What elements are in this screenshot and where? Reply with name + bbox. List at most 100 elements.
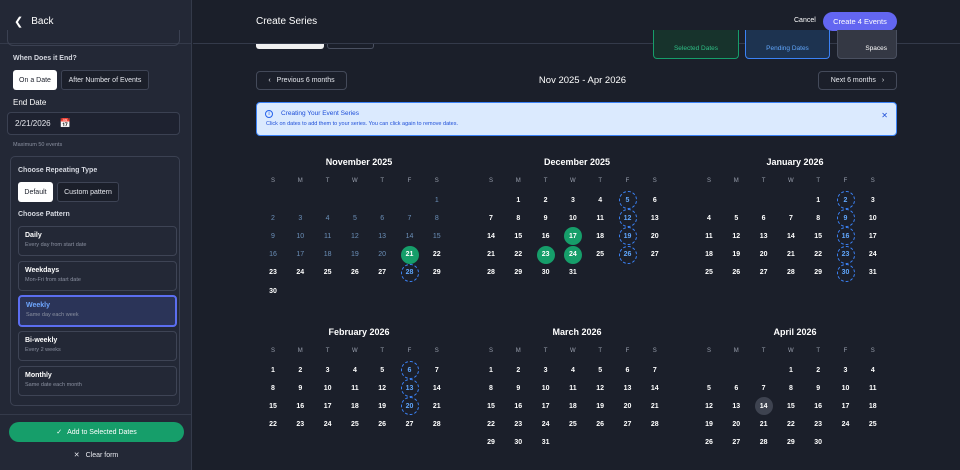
calendar-day[interactable]: 25: [591, 246, 609, 264]
calendar-day[interactable]: 4: [864, 361, 882, 379]
calendar-day[interactable]: 12: [618, 209, 637, 228]
calendar-day[interactable]: 30: [537, 264, 555, 282]
calendar-day[interactable]: 7: [755, 379, 773, 397]
calendar-day[interactable]: 20: [373, 246, 391, 264]
previous-months-button[interactable]: ‹ Previous 6 months: [256, 71, 347, 90]
pattern-option-monthly[interactable]: Monthly Same date each month: [18, 366, 177, 396]
calendar-day[interactable]: 24: [864, 246, 882, 264]
calendar-day[interactable]: 9: [809, 379, 827, 397]
calendar-day[interactable]: 28: [428, 416, 446, 434]
calendar-day[interactable]: 8: [482, 379, 500, 397]
calendar-day[interactable]: 31: [537, 434, 555, 452]
calendar-day[interactable]: 9: [264, 227, 282, 245]
calendar-day[interactable]: 12: [700, 397, 718, 415]
calendar-day[interactable]: 21: [646, 397, 664, 415]
calendar-day[interactable]: 9: [836, 209, 855, 228]
calendar-day[interactable]: 2: [509, 361, 527, 379]
calendar-day[interactable]: 13: [373, 227, 391, 245]
calendar-day[interactable]: 12: [727, 227, 745, 245]
calendar-day[interactable]: 28: [646, 416, 664, 434]
calendar-day[interactable]: 15: [509, 227, 527, 245]
calendar-day[interactable]: 20: [727, 416, 745, 434]
calendar-day[interactable]: 5: [373, 361, 391, 379]
close-icon[interactable]: ✕: [881, 111, 888, 120]
calendar-day[interactable]: 8: [782, 379, 800, 397]
calendar-day[interactable]: 14: [754, 397, 773, 416]
calendar-day[interactable]: 25: [700, 264, 718, 282]
calendar-day[interactable]: 22: [509, 246, 527, 264]
calendar-day[interactable]: 13: [755, 227, 773, 245]
calendar-day[interactable]: 28: [755, 434, 773, 452]
calendar-day[interactable]: 28: [482, 264, 500, 282]
calendar-day[interactable]: 20: [400, 397, 419, 416]
calendar-day[interactable]: 17: [291, 246, 309, 264]
back-button[interactable]: ❮ Back: [14, 15, 53, 28]
custom-pattern-button[interactable]: Custom pattern: [57, 182, 119, 202]
calendar-day[interactable]: 26: [373, 416, 391, 434]
calendar-day[interactable]: 15: [482, 397, 500, 415]
calendar-day[interactable]: 11: [700, 227, 718, 245]
calendar-day[interactable]: 10: [319, 379, 337, 397]
calendar-day[interactable]: 29: [782, 434, 800, 452]
calendar-day[interactable]: 4: [591, 191, 609, 209]
calendar-day[interactable]: 13: [400, 379, 419, 398]
calendar-day[interactable]: 24: [837, 416, 855, 434]
end-date-field[interactable]: 2/21/2026 📅: [7, 112, 180, 135]
calendar-day[interactable]: 14: [782, 227, 800, 245]
calendar-day[interactable]: 16: [809, 397, 827, 415]
calendar-day[interactable]: 8: [428, 209, 446, 227]
calendar-day[interactable]: 15: [782, 397, 800, 415]
calendar-day[interactable]: 25: [864, 416, 882, 434]
calendar-day[interactable]: 12: [346, 227, 364, 245]
calendar-day[interactable]: 7: [482, 209, 500, 227]
calendar-day[interactable]: 27: [727, 434, 745, 452]
calendar-day[interactable]: 14: [428, 379, 446, 397]
calendar-day[interactable]: 31: [864, 264, 882, 282]
calendar-day[interactable]: 4: [564, 361, 582, 379]
calendar-day[interactable]: 21: [400, 245, 419, 264]
calendar-day[interactable]: 17: [319, 397, 337, 415]
calendar-day[interactable]: 19: [346, 246, 364, 264]
create-events-button[interactable]: Create 4 Events: [823, 12, 897, 31]
calendar-day[interactable]: 9: [509, 379, 527, 397]
calendar-day[interactable]: 16: [836, 227, 855, 246]
calendar-day[interactable]: 2: [264, 209, 282, 227]
calendar-icon[interactable]: 📅: [60, 118, 71, 129]
end-on-date-button[interactable]: On a Date: [13, 70, 57, 90]
calendar-day[interactable]: 6: [400, 361, 419, 379]
calendar-day[interactable]: 6: [646, 191, 664, 209]
calendar-day[interactable]: 24: [291, 264, 309, 282]
calendar-day[interactable]: 18: [319, 246, 337, 264]
calendar-day[interactable]: 23: [809, 416, 827, 434]
calendar-day[interactable]: 23: [836, 245, 855, 264]
calendar-day[interactable]: 3: [319, 361, 337, 379]
calendar-day[interactable]: 23: [509, 416, 527, 434]
calendar-day[interactable]: 27: [646, 246, 664, 264]
calendar-day[interactable]: 19: [591, 397, 609, 415]
calendar-day[interactable]: 17: [837, 397, 855, 415]
calendar-day[interactable]: 8: [264, 379, 282, 397]
calendar-day[interactable]: 3: [291, 209, 309, 227]
calendar-day[interactable]: 25: [346, 416, 364, 434]
calendar-day[interactable]: 28: [782, 264, 800, 282]
calendar-day[interactable]: 19: [700, 416, 718, 434]
calendar-day[interactable]: 10: [564, 209, 582, 227]
calendar-day[interactable]: 31: [564, 264, 582, 282]
add-to-selected-dates-button[interactable]: ✓ Add to Selected Dates: [9, 422, 184, 442]
calendar-day[interactable]: 12: [591, 379, 609, 397]
calendar-day[interactable]: 3: [864, 191, 882, 209]
calendar-day[interactable]: 24: [563, 245, 582, 264]
calendar-day[interactable]: 8: [509, 209, 527, 227]
calendar-day[interactable]: 2: [836, 191, 855, 209]
calendar-day[interactable]: 4: [319, 209, 337, 227]
calendar-day[interactable]: 6: [755, 209, 773, 227]
calendar-day[interactable]: 19: [373, 397, 391, 415]
calendar-day[interactable]: 22: [264, 416, 282, 434]
calendar-day[interactable]: 16: [291, 397, 309, 415]
calendar-day[interactable]: 21: [482, 246, 500, 264]
calendar-day[interactable]: 11: [346, 379, 364, 397]
calendar-day[interactable]: 9: [537, 209, 555, 227]
calendar-day[interactable]: 6: [373, 209, 391, 227]
calendar-day[interactable]: 25: [319, 264, 337, 282]
calendar-day[interactable]: 15: [264, 397, 282, 415]
